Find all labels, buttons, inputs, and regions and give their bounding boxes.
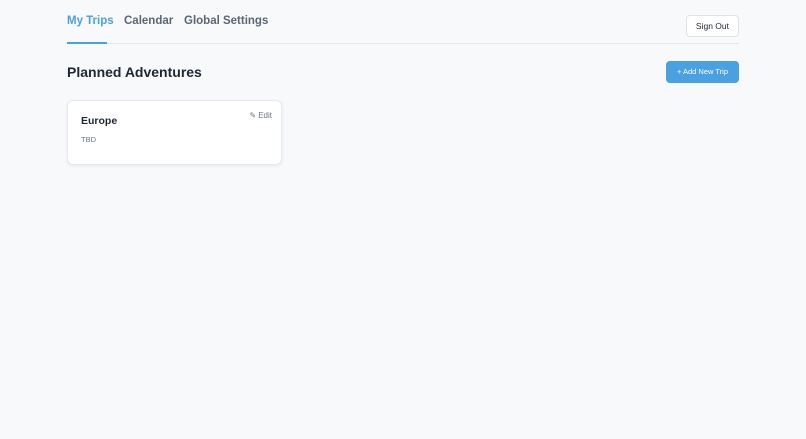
- page-title: Planned Adventures: [67, 64, 202, 80]
- active-tab-indicator: [67, 42, 107, 44]
- trip-card[interactable]: Europe TBD ✎ Edit: [67, 100, 282, 165]
- trip-name: Europe: [81, 115, 118, 127]
- edit-label: Edit: [258, 111, 272, 120]
- edit-trip-button[interactable]: ✎ Edit: [250, 111, 273, 120]
- add-new-trip-button[interactable]: + Add New Trip: [666, 61, 739, 83]
- trip-dates: TBD: [81, 135, 96, 144]
- tab-global-settings[interactable]: Global Settings: [184, 15, 268, 27]
- top-nav: My Trips Calendar Global Settings Sign O…: [67, 0, 739, 44]
- tab-my-trips[interactable]: My Trips: [67, 15, 114, 27]
- sign-out-button[interactable]: Sign Out: [685, 15, 739, 37]
- tab-calendar[interactable]: Calendar: [124, 15, 173, 27]
- pencil-icon: ✎: [249, 111, 257, 120]
